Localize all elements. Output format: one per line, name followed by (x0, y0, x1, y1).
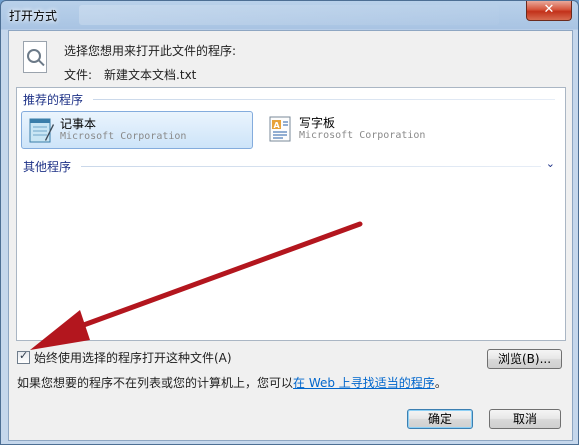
program-list[interactable]: 推荐的程序 记事本 Microsoft Corporation A 写字板 Mi… (16, 87, 566, 341)
app-item-notepad[interactable]: 记事本 Microsoft Corporation (21, 111, 253, 149)
hint-suffix: 。 (434, 376, 447, 390)
wordpad-icon: A (269, 116, 291, 142)
app-vendor: Microsoft Corporation (299, 130, 426, 141)
prompt-text: 选择您想用来打开此文件的程序: (64, 44, 237, 58)
other-programs-header[interactable]: 其他程序 ⌄ (23, 157, 555, 174)
always-use-checkbox[interactable] (17, 349, 30, 364)
web-search-link[interactable]: 在 Web 上寻找适当的程序 (293, 376, 435, 390)
window-title: 打开方式 (9, 9, 58, 23)
recommended-group-header: 推荐的程序 (23, 91, 555, 107)
group-divider (93, 99, 555, 100)
search-file-icon (23, 41, 47, 73)
app-vendor: Microsoft Corporation (60, 131, 187, 142)
hint-prefix: 如果您想要的程序不在列表或您的计算机上，您可以 (17, 376, 294, 390)
close-button[interactable]: ✕ (526, 1, 572, 21)
ok-button[interactable]: 确定 (407, 409, 473, 429)
file-line: 文件: 新建文本文档.txt (64, 66, 196, 83)
file-label: 文件: (64, 68, 93, 82)
title-bar[interactable]: 打开方式 ✕ (1, 1, 578, 29)
svg-text:A: A (274, 121, 281, 130)
cancel-button[interactable]: 取消 (489, 409, 561, 429)
web-search-hint: 如果您想要的程序不在列表或您的计算机上，您可以在 Web 上寻找适当的程序。 (17, 374, 447, 391)
background-blur (79, 5, 499, 25)
app-item-wordpad[interactable]: A 写字板 Microsoft Corporation (261, 111, 493, 149)
dialog-body: 选择您想用来打开此文件的程序: 文件: 新建文本文档.txt 推荐的程序 记事本 (8, 30, 573, 441)
file-name: 新建文本文档.txt (104, 68, 197, 82)
browse-button[interactable]: 浏览(B)... (487, 349, 562, 369)
other-programs-label: 其他程序 (23, 160, 72, 174)
notepad-icon (29, 118, 54, 143)
close-icon: ✕ (543, 2, 555, 17)
group-divider (81, 166, 541, 167)
recommended-label: 推荐的程序 (23, 93, 84, 107)
open-with-dialog: 打开方式 ✕ 选择您想用来打开此文件的程序: 文件: 新建文本文档.txt 推荐的… (0, 0, 579, 445)
app-name: 写字板 (299, 116, 336, 130)
always-use-label[interactable]: 始终使用选择的程序打开这种文件(A) (34, 351, 232, 365)
always-use-row[interactable]: 始终使用选择的程序打开这种文件(A) (17, 349, 232, 366)
app-name: 记事本 (60, 117, 97, 131)
chevron-down-icon[interactable]: ⌄ (546, 157, 555, 170)
